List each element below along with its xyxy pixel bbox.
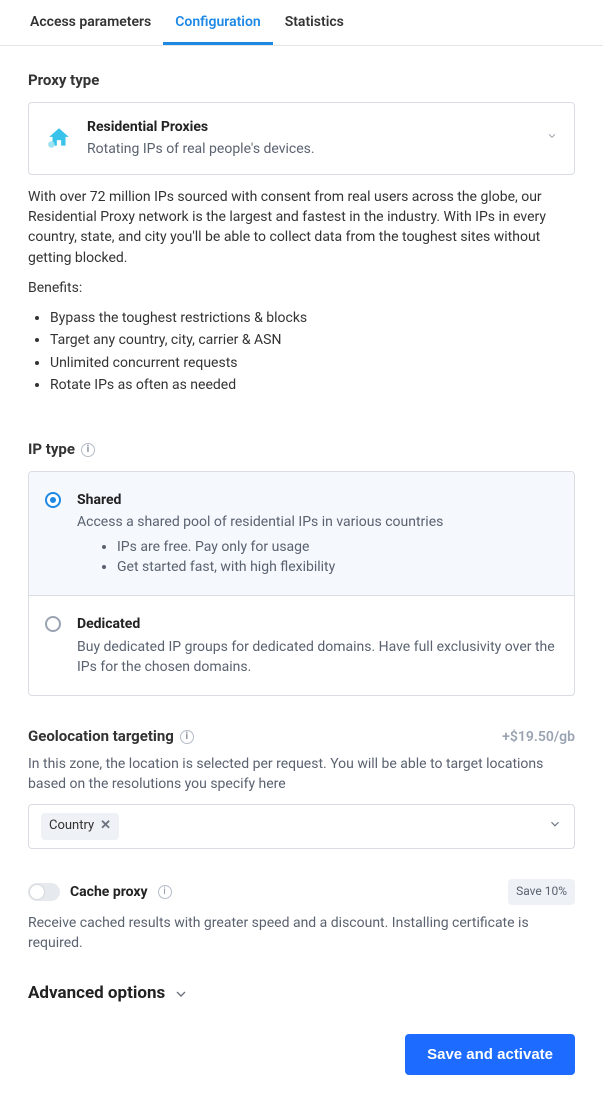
radio-icon [45,616,61,632]
geolocation-description: In this zone, the location is selected p… [28,754,575,795]
proxy-type-heading: Proxy type [28,70,575,92]
ip-type-shared-bullet: Get started fast, with high flexibility [117,557,558,577]
chevron-down-icon [546,128,558,148]
ip-type-heading: IP type i [28,439,575,461]
chip-remove-icon[interactable]: ✕ [100,817,111,836]
ip-type-shared-title: Shared [77,490,558,510]
ip-type-dedicated-title: Dedicated [77,614,558,634]
advanced-options-label: Advanced options [28,981,165,1006]
info-icon[interactable]: i [180,730,194,744]
benefit-item: Bypass the toughest restrictions & block… [50,308,575,328]
benefit-item: Unlimited concurrent requests [50,353,575,373]
cache-proxy-badge: Save 10% [508,879,575,904]
ip-type-dedicated-subtitle: Buy dedicated IP groups for dedicated do… [77,637,558,678]
cache-proxy-heading: Cache proxy [70,882,148,902]
save-and-activate-button[interactable]: Save and activate [405,1034,575,1075]
ip-type-shared-bullet: IPs are free. Pay only for usage [117,537,558,557]
geolocation-select[interactable]: Country ✕ [28,804,575,849]
house-icon [45,125,73,151]
geolocation-price: +$19.50/gb [502,727,575,747]
chevron-down-icon [548,817,562,837]
proxy-type-select[interactable]: Residential Proxies Rotating IPs of real… [28,102,575,175]
ip-type-option-dedicated[interactable]: Dedicated Buy dedicated IP groups for de… [29,595,574,695]
geolocation-chip-label: Country [49,817,94,836]
radio-icon [45,492,61,508]
tab-statistics[interactable]: Statistics [273,0,356,45]
ip-type-shared-subtitle: Access a shared pool of residential IPs … [77,512,558,532]
chevron-down-icon [173,986,189,1002]
tab-access-parameters[interactable]: Access parameters [18,0,163,45]
tab-configuration[interactable]: Configuration [163,0,272,45]
proxy-type-subtitle: Rotating IPs of real people's devices. [87,139,315,159]
geolocation-chip: Country ✕ [41,813,119,840]
benefits-list: Bypass the toughest restrictions & block… [28,308,575,395]
tabs: Access parameters Configuration Statisti… [0,0,603,46]
info-icon[interactable]: i [158,885,172,899]
geolocation-heading: Geolocation targeting i [28,726,194,748]
info-icon[interactable]: i [81,443,95,457]
benefits-label: Benefits: [28,278,575,298]
advanced-options-toggle[interactable]: Advanced options [28,981,575,1006]
proxy-type-description-block: With over 72 million IPs sourced with co… [28,187,575,396]
benefit-item: Target any country, city, carrier & ASN [50,330,575,350]
benefit-item: Rotate IPs as often as needed [50,375,575,395]
ip-type-radio-group: Shared Access a shared pool of residenti… [28,471,575,696]
proxy-type-title: Residential Proxies [87,117,315,137]
ip-type-option-shared[interactable]: Shared Access a shared pool of residenti… [29,472,574,595]
cache-proxy-toggle[interactable] [28,883,60,901]
cache-proxy-description: Receive cached results with greater spee… [28,913,575,954]
proxy-type-description: With over 72 million IPs sourced with co… [28,187,575,268]
